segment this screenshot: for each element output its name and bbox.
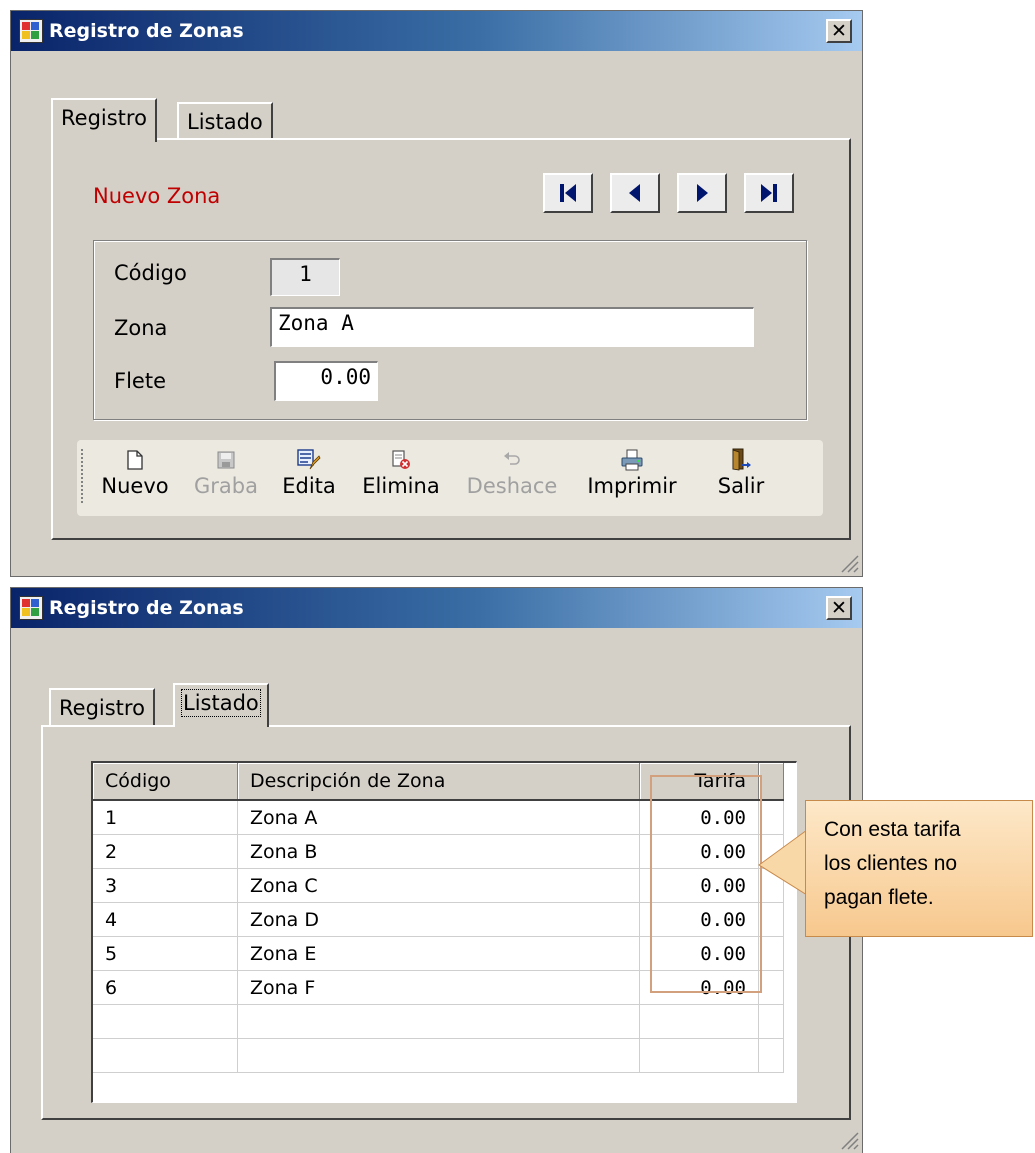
cell-descripcion: Zona D: [237, 902, 640, 937]
toolbar-label: Deshace: [466, 474, 558, 498]
cell-codigo: 6: [93, 970, 238, 1005]
cell-codigo: 3: [93, 868, 238, 903]
cell-descripcion: Zona E: [237, 936, 640, 971]
toolbar-label: Imprimir: [587, 474, 677, 498]
tarifa-highlight-box: [650, 775, 762, 993]
toolbar-grip[interactable]: [80, 448, 84, 503]
window-title: Registro de Zonas: [49, 20, 244, 42]
tab-label: Listado: [181, 689, 261, 717]
zona-fields-group: Código 1 Zona Zona A Flete 0.00: [93, 240, 807, 420]
table-row-empty[interactable]: [93, 1004, 784, 1039]
cell-codigo: 5: [93, 936, 238, 971]
cell-descripcion: Zona B: [237, 834, 640, 869]
close-button[interactable]: ✕: [826, 19, 852, 43]
action-toolbar: Nuevo Graba Edita Elimina Deshace Imprim…: [77, 440, 823, 516]
table-row-empty[interactable]: [93, 1038, 784, 1073]
column-header-codigo[interactable]: Código: [93, 763, 238, 801]
imprimir-button[interactable]: Imprimir: [575, 446, 689, 498]
cell-codigo: 1: [93, 800, 238, 835]
flete-input[interactable]: 0.00: [274, 361, 378, 401]
previous-record-icon: [629, 184, 640, 202]
toolbar-label: Nuevo: [101, 474, 169, 498]
toolbar-label: Graba: [194, 474, 258, 498]
cell-descripcion: Zona C: [237, 868, 640, 903]
tab-label: Registro: [61, 106, 147, 130]
exit-door-icon: [732, 448, 751, 471]
first-record-button[interactable]: [543, 173, 593, 213]
cell-codigo: 2: [93, 834, 238, 869]
tab-listado[interactable]: Listado: [173, 683, 269, 727]
column-header-descripcion[interactable]: Descripción de Zona: [237, 763, 640, 801]
close-icon: ✕: [831, 20, 847, 42]
tab-label: Registro: [59, 696, 145, 720]
codigo-field: 1: [270, 258, 340, 296]
last-record-icon: [761, 184, 777, 202]
cell-descripcion: Zona A: [237, 800, 640, 835]
tab-registro[interactable]: Registro: [49, 688, 155, 726]
callout-note: Con esta tarifa los clientes no pagan fl…: [805, 800, 1033, 937]
cell-filler: [758, 970, 784, 1005]
zona-input[interactable]: Zona A: [270, 307, 754, 347]
cell-filler: [758, 936, 784, 971]
next-record-icon: [697, 184, 708, 202]
resize-grip-icon[interactable]: [838, 1129, 860, 1151]
callout-line: pagan flete.: [824, 886, 934, 909]
printer-icon: [621, 449, 643, 471]
app-icon: [19, 19, 43, 43]
title-bar[interactable]: Registro de Zonas ✕: [11, 11, 862, 51]
edita-button[interactable]: Edita: [271, 446, 347, 498]
column-header-filler: [758, 763, 784, 801]
toolbar-label: Elimina: [362, 474, 440, 498]
tab-panel-registro: Nuevo Zona Código 1 Zona Zona A Flete 0.…: [51, 138, 851, 540]
codigo-label: Código: [114, 261, 187, 285]
cell-descripcion: Zona F: [237, 970, 640, 1005]
status-label: Nuevo Zona: [93, 184, 221, 208]
toolbar-label: Edita: [282, 474, 336, 498]
tab-label: Listado: [187, 110, 263, 134]
elimina-button[interactable]: Elimina: [349, 446, 453, 498]
first-record-icon: [560, 184, 576, 202]
registro-zonas-window: Registro de Zonas ✕ Registro Listado Nue…: [10, 10, 863, 577]
nuevo-button[interactable]: Nuevo: [91, 446, 179, 498]
salir-button[interactable]: Salir: [697, 446, 785, 498]
toolbar-label: Salir: [717, 474, 765, 498]
cell-codigo: 4: [93, 902, 238, 937]
new-document-icon: [127, 450, 143, 470]
flete-label: Flete: [114, 369, 166, 393]
title-bar[interactable]: Registro de Zonas ✕: [11, 588, 862, 628]
callout-line: Con esta tarifa: [824, 818, 961, 841]
window-title: Registro de Zonas: [49, 597, 244, 619]
tab-listado[interactable]: Listado: [177, 102, 273, 138]
graba-button[interactable]: Graba: [185, 446, 267, 498]
deshace-button[interactable]: Deshace: [457, 446, 567, 498]
delete-icon: [392, 450, 410, 469]
last-record-button[interactable]: [744, 173, 794, 213]
close-button[interactable]: ✕: [826, 596, 852, 620]
resize-grip-icon[interactable]: [838, 552, 860, 574]
close-icon: ✕: [831, 597, 847, 619]
callout-line: los clientes no: [824, 852, 958, 875]
zona-label: Zona: [114, 316, 168, 340]
previous-record-button[interactable]: [610, 173, 660, 213]
tab-registro[interactable]: Registro: [51, 98, 157, 142]
app-icon: [19, 596, 43, 620]
undo-icon: [504, 452, 520, 465]
save-disk-icon: [217, 451, 235, 469]
next-record-button[interactable]: [677, 173, 727, 213]
edit-icon: [297, 449, 321, 470]
